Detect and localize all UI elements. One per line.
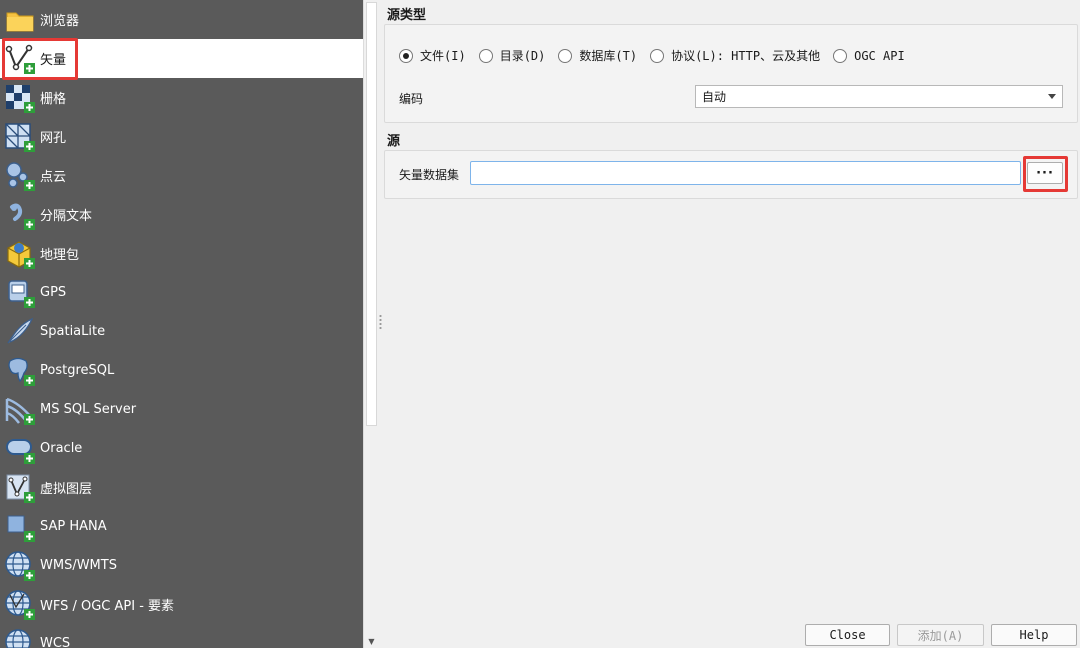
sidebar-item-browser[interactable]: 浏览器 <box>0 0 363 39</box>
delimited-text-icon <box>4 199 36 231</box>
add-button[interactable]: 添加(A) <box>897 624 984 646</box>
sidebar-item-virtual-layer[interactable]: 虚拟图层 <box>0 468 363 507</box>
sidebar-item-wms-wmts[interactable]: WMS/WMTS <box>0 546 363 585</box>
sidebar-item-vector[interactable]: 矢量 <box>0 39 363 78</box>
source-group: 矢量数据集 ··· <box>384 150 1078 199</box>
sidebar-item-oracle[interactable]: Oracle <box>0 429 363 468</box>
radio-file-label: 文件(I) <box>420 49 466 63</box>
browse-button[interactable]: ··· <box>1027 162 1063 184</box>
sidebar-item-label: 浏览器 <box>40 14 80 29</box>
radio-database-label: 数据库(T) <box>579 49 638 63</box>
radio-protocol[interactable]: 协议(L): HTTP、云及其他 <box>650 47 820 64</box>
scroll-down-arrow-icon[interactable]: ▼ <box>364 634 379 648</box>
sidebar-item-label: 虚拟图层 <box>40 482 93 497</box>
mssql-icon <box>4 394 36 426</box>
sidebar-item-gps[interactable]: GPS <box>0 273 363 312</box>
sidebar-item-postgresql[interactable]: PostgreSQL <box>0 351 363 390</box>
sidebar-item-raster[interactable]: 栅格 <box>0 78 363 117</box>
sidebar-item-label: WMS/WMTS <box>40 558 117 573</box>
source-title: 源 <box>387 134 401 149</box>
point-cloud-icon <box>4 160 36 192</box>
wms-globe-icon <box>4 550 36 582</box>
sap-hana-icon <box>4 511 36 543</box>
sidebar-item-label: 地理包 <box>40 248 80 263</box>
main-panel: 源类型 文件(I) 目录(D) 数据库(T) 协议(L): HTTP、云及其他 … <box>384 0 1080 648</box>
source-type-title: 源类型 <box>387 8 427 23</box>
sidebar-item-wfs-ogc[interactable]: WFS / OGC API - 要素 <box>0 585 363 624</box>
encoding-select[interactable]: 自动 <box>695 85 1063 108</box>
radio-ogc-api[interactable]: OGC API <box>833 48 905 63</box>
sidebar-item-label: WFS / OGC API - 要素 <box>40 599 175 614</box>
vector-dataset-label: 矢量数据集 <box>399 168 460 182</box>
sidebar-item-point-cloud[interactable]: 点云 <box>0 156 363 195</box>
data-source-sidebar: 浏览器 矢量 栅格 网孔 点云 分隔文本 地理包 GPS SpatiaLite … <box>0 0 363 648</box>
radio-ogc-api-label: OGC API <box>854 48 905 63</box>
sidebar-item-label: 网孔 <box>40 131 67 146</box>
sidebar-item-label: SAP HANA <box>40 519 107 534</box>
radio-directory[interactable]: 目录(D) <box>478 47 546 64</box>
oracle-icon <box>4 433 36 465</box>
virtual-layer-icon <box>4 472 36 504</box>
sidebar-item-sap-hana[interactable]: SAP HANA <box>0 507 363 546</box>
vector-dataset-input[interactable] <box>470 161 1021 185</box>
radio-button[interactable] <box>650 48 665 63</box>
sidebar-scrollbar[interactable]: ▼ <box>363 0 378 648</box>
chevron-down-icon <box>1048 94 1056 99</box>
radio-button-checked[interactable] <box>399 48 413 63</box>
wcs-globe-icon <box>4 628 36 648</box>
source-type-radio-group: 文件(I) 目录(D) 数据库(T) 协议(L): HTTP、云及其他 OGC … <box>399 47 918 64</box>
wfs-globe-icon <box>4 589 36 621</box>
sidebar-item-label: 点云 <box>40 170 67 185</box>
sidebar-item-mssql[interactable]: MS SQL Server <box>0 390 363 429</box>
sidebar-item-label: MS SQL Server <box>40 402 137 417</box>
help-button[interactable]: Help <box>991 624 1077 646</box>
scrollbar-thumb[interactable] <box>366 2 377 426</box>
sidebar-item-label: 矢量 <box>40 53 67 68</box>
source-type-group: 文件(I) 目录(D) 数据库(T) 协议(L): HTTP、云及其他 OGC … <box>384 24 1078 123</box>
radio-button[interactable] <box>833 48 848 63</box>
sidebar-item-label: 栅格 <box>40 92 67 107</box>
mesh-layer-icon <box>4 121 36 153</box>
sidebar-item-delimited-text[interactable]: 分隔文本 <box>0 195 363 234</box>
folder-icon <box>4 4 36 36</box>
encoding-select-value: 自动 <box>702 90 727 104</box>
sidebar-item-wcs[interactable]: WCS <box>0 624 363 648</box>
sidebar-item-label: SpatiaLite <box>40 324 106 339</box>
geopackage-icon <box>4 238 36 270</box>
spatialite-icon <box>4 316 36 348</box>
sidebar-item-label: WCS <box>40 636 71 648</box>
gps-icon <box>4 277 36 309</box>
radio-file[interactable]: 文件(I) <box>399 47 466 64</box>
sidebar-item-label: Oracle <box>40 441 83 456</box>
postgresql-icon <box>4 355 36 387</box>
raster-layer-icon <box>4 82 36 114</box>
splitter-handle[interactable] <box>379 314 382 330</box>
encoding-label: 编码 <box>399 92 424 106</box>
sidebar-item-label: PostgreSQL <box>40 363 115 378</box>
radio-directory-label: 目录(D) <box>499 49 546 63</box>
close-button[interactable]: Close <box>805 624 890 646</box>
sidebar-item-label: GPS <box>40 285 67 300</box>
sidebar-item-label: 分隔文本 <box>40 209 93 224</box>
radio-database[interactable]: 数据库(T) <box>558 47 637 64</box>
sidebar-item-spatialite[interactable]: SpatiaLite <box>0 312 363 351</box>
radio-button[interactable] <box>478 48 493 63</box>
sidebar-item-mesh[interactable]: 网孔 <box>0 117 363 156</box>
radio-protocol-label: 协议(L): HTTP、云及其他 <box>671 49 821 63</box>
sidebar-item-geopackage[interactable]: 地理包 <box>0 234 363 273</box>
radio-button[interactable] <box>558 48 573 63</box>
vector-layer-icon <box>4 43 36 75</box>
